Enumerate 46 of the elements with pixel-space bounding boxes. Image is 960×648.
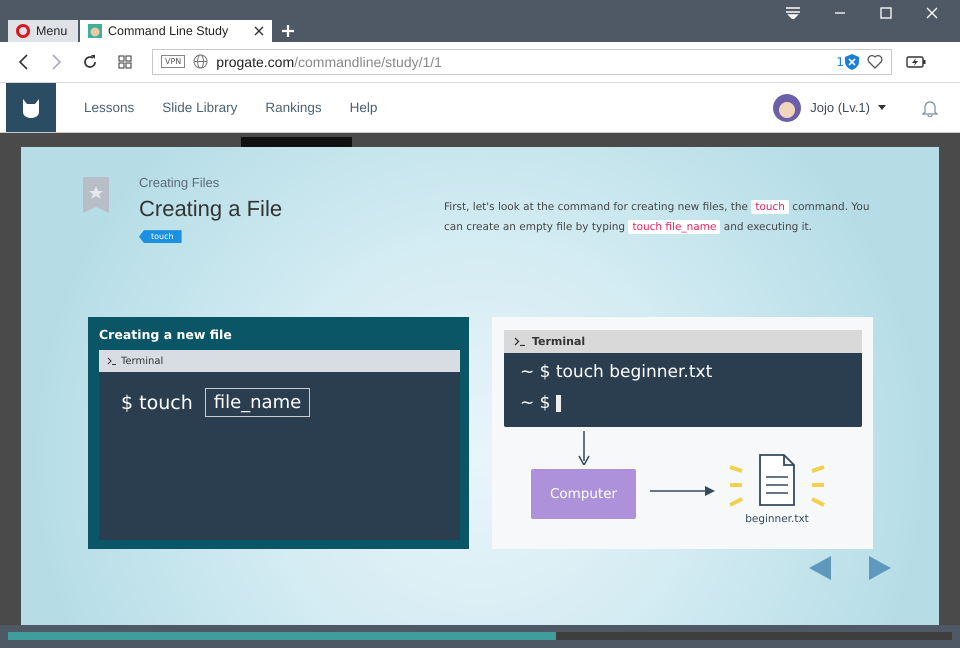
nav-link[interactable]: Rankings bbox=[265, 100, 322, 116]
terminal-title: Terminal bbox=[121, 356, 164, 367]
new-tab-icon[interactable] bbox=[282, 24, 294, 37]
caret-icon[interactable] bbox=[878, 105, 886, 110]
command-text: ~ $ touch beginner.txt bbox=[520, 361, 712, 384]
address-field[interactable]: VPN progate.com/commandline/study/1/1 1 bbox=[152, 48, 892, 75]
computer-box: Computer bbox=[531, 469, 636, 520]
vpn-badge[interactable]: VPN bbox=[161, 55, 186, 68]
nav-link[interactable]: Slide Library bbox=[162, 100, 238, 116]
menu-button[interactable]: Menu bbox=[8, 20, 78, 42]
prompt-icon bbox=[514, 337, 526, 346]
command-text: ~ $ bbox=[520, 392, 550, 416]
reload-icon[interactable] bbox=[82, 54, 98, 70]
command-text: $ touch bbox=[121, 392, 193, 414]
section-label: Creating Files bbox=[139, 175, 220, 190]
terminal-title: Terminal bbox=[532, 335, 586, 348]
back-icon[interactable] bbox=[18, 54, 30, 70]
grid-icon[interactable] bbox=[118, 54, 132, 69]
slide-title: Creating a File bbox=[139, 196, 282, 222]
globe-icon bbox=[193, 54, 208, 70]
logo[interactable] bbox=[6, 83, 56, 132]
close-icon[interactable] bbox=[254, 26, 264, 36]
description-text: First, let's look at the command for creating new files, the touch command. You can create an empty file by typing touch file_name and executing it. bbox=[444, 199, 870, 236]
right-arrow-icon bbox=[650, 485, 716, 498]
shield-icon[interactable] bbox=[845, 54, 859, 70]
argument-box: file_name bbox=[204, 388, 310, 418]
avatar-icon[interactable] bbox=[772, 92, 802, 123]
cursor-icon bbox=[556, 395, 562, 412]
panel-title: Creating a new file bbox=[99, 327, 233, 342]
nav-link[interactable]: Lessons bbox=[84, 100, 134, 116]
heart-icon[interactable] bbox=[867, 54, 883, 70]
avatar-icon bbox=[88, 24, 102, 38]
file-name: beginner.txt bbox=[745, 513, 809, 526]
logo-icon bbox=[16, 24, 30, 38]
browser-tab[interactable]: Command Line Study bbox=[80, 20, 272, 42]
nav-link[interactable]: Help bbox=[350, 100, 378, 116]
blocked-count: 1 bbox=[836, 54, 844, 69]
url-text: progate.com/commandline/study/1/1 bbox=[216, 54, 442, 70]
user-menu[interactable]: Jojo (Lv.1) bbox=[810, 100, 870, 116]
battery-icon[interactable] bbox=[906, 56, 926, 68]
bookmark-icon bbox=[83, 177, 109, 214]
menu-icon[interactable] bbox=[786, 7, 800, 19]
bell-icon[interactable] bbox=[922, 98, 938, 117]
prompt-icon bbox=[107, 357, 117, 366]
maximize-icon[interactable] bbox=[880, 7, 892, 19]
down-arrow-icon bbox=[578, 431, 590, 466]
